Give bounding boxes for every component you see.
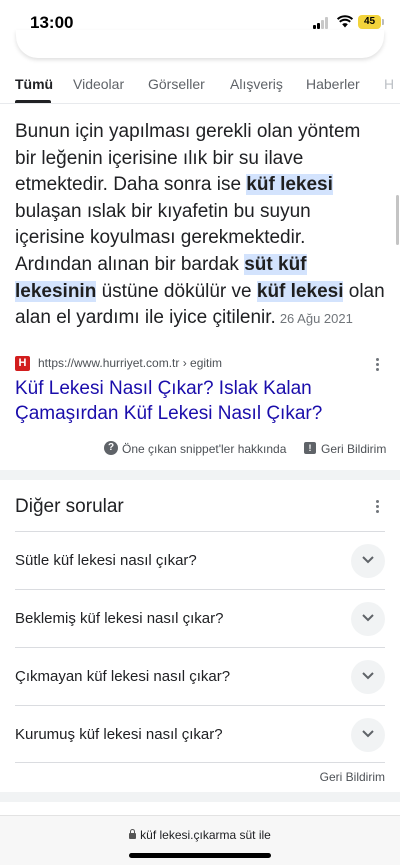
tab-images[interactable]: Görseller [148,76,205,92]
search-tabs: Tümü Videolar Görseller Alışveriş Haberl… [0,68,400,104]
people-also-ask-list: Sütle küf lekesi nasıl çıkar? Beklemiş k… [15,531,385,763]
snippet-text-part: üstüne dökülür ve [96,280,257,302]
more-options-icon[interactable] [376,500,380,515]
snippet-date: 26 Ağu 2021 [279,311,353,327]
paa-question-text[interactable]: Kurumuş küf lekesi nasıl çıkar? [15,726,223,743]
more-options-icon[interactable] [376,358,380,373]
wifi-icon [337,15,353,28]
browser-bottom-bar: küf lekesi.çıkarma süt ile [0,815,400,865]
active-tab-indicator [15,100,51,103]
address-text[interactable]: küf lekesi.çıkarma süt ile [140,828,271,842]
chevron-down-icon[interactable] [351,718,385,752]
snippet-footer: ? Öne çıkan snippet'ler hakkında ! Geri … [0,440,400,460]
search-box[interactable] [16,30,384,58]
snippet-highlight: küf lekesi [256,280,344,302]
section-divider [0,470,400,480]
home-indicator[interactable] [129,853,271,858]
result-url[interactable]: https://www.hurriyet.com.tr › egitim [38,356,222,370]
paa-question[interactable]: Beklemiş küf lekesi nasıl çıkar? [15,589,385,647]
paa-question[interactable]: Kurumuş küf lekesi nasıl çıkar? [15,705,385,763]
featured-snippet-text: Bunun için yapılması gerekli olan yöntem… [15,119,385,333]
tab-all[interactable]: Tümü [15,76,53,92]
result-title-link[interactable]: Küf Lekesi Nasıl Çıkar? Islak Kalan Çama… [15,376,385,426]
hurriyet-favicon-icon: H [15,356,30,371]
paa-question-text[interactable]: Beklemiş küf lekesi nasıl çıkar? [15,610,223,627]
lock-icon [129,829,137,839]
about-snippets-link[interactable]: Öne çıkan snippet'ler hakkında [122,442,286,456]
tab-shopping[interactable]: Alışveriş [230,76,283,92]
result-source[interactable]: H https://www.hurriyet.com.tr › egitim [15,355,385,373]
scrollbar[interactable] [396,195,399,245]
tab-videos[interactable]: Videolar [73,76,124,92]
feedback-link[interactable]: Geri Bildirim [321,442,386,456]
people-also-ask-title: Diğer sorular [15,496,124,517]
address-bar[interactable]: küf lekesi.çıkarma süt ile [0,828,400,842]
tab-news[interactable]: Haberler [306,76,360,92]
help-icon[interactable]: ? [104,441,118,455]
signal-icon [313,17,331,29]
paa-feedback-link[interactable]: Geri Bildirim [320,770,385,784]
feedback-icon[interactable]: ! [304,442,316,454]
snippet-highlight: küf lekesi [246,174,333,196]
paa-question-text[interactable]: Çıkmayan küf lekesi nasıl çıkar? [15,668,230,685]
chevron-down-icon[interactable] [351,602,385,636]
battery-icon: 45 [358,15,381,29]
battery-tip [382,19,384,25]
chevron-down-icon[interactable] [351,660,385,694]
section-divider [0,792,400,802]
paa-question[interactable]: Sütle küf lekesi nasıl çıkar? [15,531,385,589]
tab-more[interactable]: H [384,76,394,92]
paa-question[interactable]: Çıkmayan küf lekesi nasıl çıkar? [15,647,385,705]
chevron-down-icon[interactable] [351,544,385,578]
paa-question-text[interactable]: Sütle küf lekesi nasıl çıkar? [15,552,197,569]
